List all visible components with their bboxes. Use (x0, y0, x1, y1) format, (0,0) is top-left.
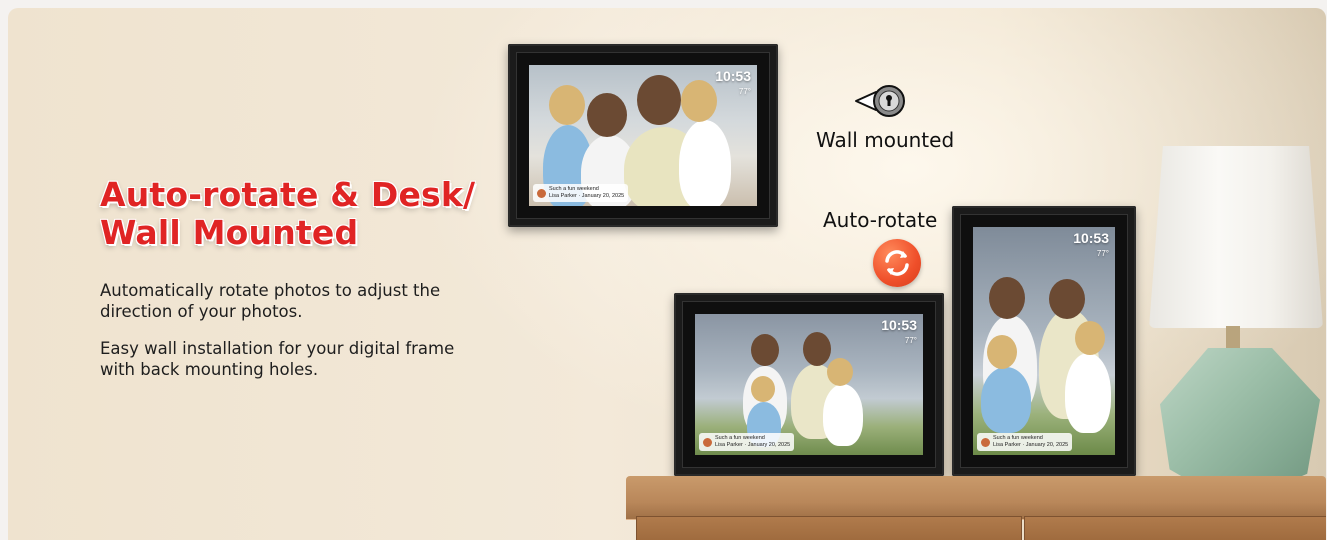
frame-clock: 10:53 77° (881, 318, 917, 348)
photo-head (549, 85, 585, 125)
lamp-shade (1149, 146, 1323, 328)
photo-head (587, 93, 627, 137)
caption-sub: Lisa Parker · January 20, 2025 (549, 193, 625, 199)
photo-person (823, 384, 863, 446)
headline-line-2: Wall Mounted (100, 213, 359, 252)
table-drawer (1024, 516, 1326, 540)
photo-head (827, 358, 853, 386)
wall-mount-icon (855, 85, 905, 117)
clock-time: 10:53 (881, 317, 917, 333)
caption-title: Such a fun weekend (993, 435, 1043, 441)
headline-line-1: Auto-rotate & Desk/ (100, 175, 476, 214)
caption-title: Such a fun weekend (715, 435, 765, 441)
frame-screen: 10:53 77° Such a fun weekend Lisa Parker… (695, 314, 923, 455)
photo-head (803, 332, 831, 366)
caption-sub: Lisa Parker · January 20, 2025 (993, 442, 1069, 448)
frame-clock: 10:53 77° (715, 69, 751, 99)
description-rotate: Automatically rotate photos to adjust th… (100, 281, 441, 321)
description-wall: Easy wall installation for your digital … (100, 339, 455, 379)
photo-person (1065, 353, 1111, 433)
lamp-base (1160, 348, 1320, 496)
clock-temp: 77° (1096, 249, 1109, 258)
photo-caption: Such a fun weekend Lisa Parker · January… (977, 433, 1073, 451)
avatar (537, 188, 546, 198)
photo-caption: Such a fun weekend Lisa Parker · January… (699, 433, 795, 451)
photo-head (751, 376, 775, 402)
frame-desk-landscape: 10:53 77° Such a fun weekend Lisa Parker… (674, 293, 944, 476)
frame-clock: 10:53 77° (1073, 231, 1109, 261)
clock-temp: 77° (738, 87, 751, 96)
caption-title: Such a fun weekend (549, 186, 599, 192)
avatar (981, 437, 990, 447)
avatar (703, 437, 712, 447)
frame-wall-mounted: 10:53 77° Such a fun weekend Lisa Parker… (508, 44, 778, 227)
photo-head (1075, 321, 1105, 355)
photo-head (987, 335, 1017, 369)
table-drawer (636, 516, 1022, 540)
photo-head (751, 334, 779, 366)
photo-head (637, 75, 681, 125)
frame-desk-portrait: 10:53 77° Such a fun weekend Lisa Parker… (952, 206, 1136, 476)
photo-person (679, 120, 731, 206)
wall-mounted-label: Wall mounted (816, 128, 955, 152)
caption-sub: Lisa Parker · January 20, 2025 (715, 442, 791, 448)
photo-head (989, 277, 1025, 319)
photo-person (981, 367, 1031, 433)
clock-temp: 77° (904, 336, 917, 345)
photo-head (681, 80, 717, 122)
clock-time: 10:53 (1073, 230, 1109, 246)
photo-caption: Such a fun weekend Lisa Parker · January… (533, 184, 629, 202)
frame-screen: 10:53 77° Such a fun weekend Lisa Parker… (529, 65, 757, 206)
rotate-icon (873, 239, 921, 287)
photo-head (1049, 279, 1085, 319)
table-top (626, 476, 1326, 520)
product-banner: Auto-rotate & Desk/ Wall Mounted Automat… (8, 8, 1326, 540)
headline: Auto-rotate & Desk/ Wall Mounted (100, 176, 475, 252)
frame-screen: 10:53 77° Such a fun weekend Lisa Parker… (973, 227, 1115, 455)
auto-rotate-label: Auto-rotate (823, 208, 938, 232)
rotate-arrows-icon (885, 250, 909, 276)
clock-time: 10:53 (715, 68, 751, 84)
